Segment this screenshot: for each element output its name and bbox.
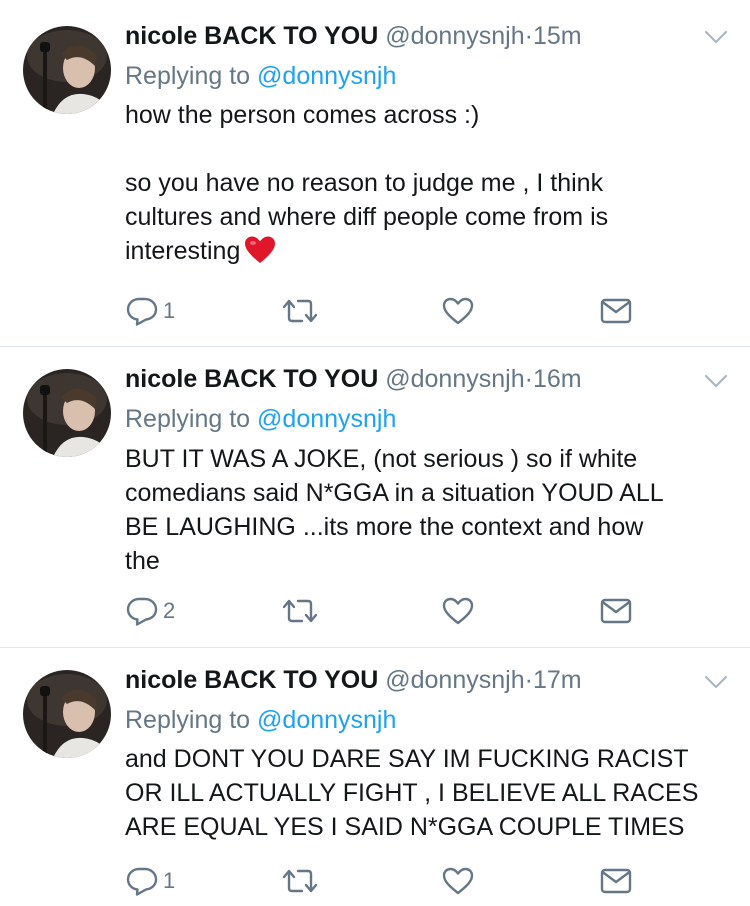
timeline: nicole BACK TO YOU @donnysnjh·15m Replyi…	[0, 0, 750, 906]
reply-count: 1	[163, 298, 176, 323]
tweet[interactable]: nicole BACK TO YOU @donnysnjh·15m Replyi…	[0, 0, 750, 347]
like-button[interactable]	[441, 596, 475, 626]
display-name[interactable]: nicole BACK TO YOU	[125, 22, 378, 50]
tweet-line: the	[125, 547, 160, 575]
tweet-actions: 2	[125, 596, 645, 630]
chevron-down-icon[interactable]	[704, 374, 728, 393]
tweet-text: and DONT YOU DARE SAY IM FUCKING RACIST …	[125, 742, 725, 844]
retweet-button[interactable]	[280, 596, 320, 626]
tweet-actions: 1	[125, 296, 645, 330]
reply-icon	[126, 867, 158, 896]
red-heart-emoji	[244, 235, 276, 274]
reply-count: 1	[163, 868, 176, 893]
tweet-line: how the person comes across :)	[125, 101, 480, 129]
tweet-line: OR ILL ACTUALLY FIGHT , I BELIEVE ALL RA…	[125, 779, 699, 807]
replying-to: Replying to @donnysnjh	[125, 704, 396, 736]
avatar[interactable]	[23, 670, 111, 758]
tweet[interactable]: nicole BACK TO YOU @donnysnjh·16m Replyi…	[0, 347, 750, 648]
direct-message-button[interactable]	[599, 296, 633, 326]
retweet-button[interactable]	[280, 296, 320, 326]
like-button[interactable]	[441, 296, 475, 326]
tweet-line: BUT IT WAS A JOKE, (not serious ) so if …	[125, 445, 638, 473]
chevron-down-icon[interactable]	[704, 30, 728, 49]
tweet-line: BE LAUGHING ...its more the context and …	[125, 513, 644, 541]
tweet-line: comedians said N*GGA in a situation YOUD…	[125, 479, 664, 507]
separator-dot: ·	[524, 666, 533, 694]
tweet-text: how the person comes across :) so you ha…	[125, 98, 725, 274]
retweet-icon	[282, 599, 318, 623]
tweet-line-text: interesting	[125, 237, 241, 265]
tweet-header: nicole BACK TO YOU @donnysnjh·15m	[125, 20, 582, 52]
direct-message-button[interactable]	[599, 596, 633, 626]
tweet-line: ARE EQUAL YES I SAID N*GGA COUPLE TIMES	[125, 813, 685, 841]
tweet-header: nicole BACK TO YOU @donnysnjh·16m	[125, 363, 582, 395]
tweet[interactable]: nicole BACK TO YOU @donnysnjh·17m Replyi…	[0, 648, 750, 906]
replying-label: Replying to	[125, 405, 251, 433]
reply-icon	[126, 597, 158, 626]
user-handle[interactable]: @donnysnjh	[385, 22, 524, 50]
retweet-button[interactable]	[280, 866, 320, 896]
replying-to-user[interactable]: @donnysnjh	[257, 62, 396, 90]
avatar[interactable]	[23, 369, 111, 457]
separator-dot: ·	[524, 22, 533, 50]
tweet-header: nicole BACK TO YOU @donnysnjh·17m	[125, 664, 582, 696]
tweet-text: BUT IT WAS A JOKE, (not serious ) so if …	[125, 442, 725, 578]
tweet-line: so you have no reason to judge me , I th…	[125, 169, 604, 197]
replying-to: Replying to @donnysnjh	[125, 60, 396, 92]
reply-button[interactable]: 1	[125, 296, 175, 326]
display-name[interactable]: nicole BACK TO YOU	[125, 365, 378, 393]
timestamp[interactable]: 15m	[533, 22, 582, 50]
line-break	[125, 132, 725, 166]
reply-button[interactable]: 1	[125, 866, 175, 896]
reply-icon	[126, 297, 158, 326]
timestamp[interactable]: 17m	[533, 666, 582, 694]
tweet-line: cultures and where diff people come from…	[125, 203, 609, 231]
retweet-icon	[282, 299, 318, 323]
avatar[interactable]	[23, 26, 111, 114]
replying-to-user[interactable]: @donnysnjh	[257, 706, 396, 734]
display-name[interactable]: nicole BACK TO YOU	[125, 666, 378, 694]
like-icon	[442, 297, 474, 325]
replying-label: Replying to	[125, 706, 251, 734]
user-handle[interactable]: @donnysnjh	[385, 666, 524, 694]
tweet-actions: 1	[125, 866, 645, 900]
timestamp[interactable]: 16m	[533, 365, 582, 393]
user-handle[interactable]: @donnysnjh	[385, 365, 524, 393]
like-button[interactable]	[441, 866, 475, 896]
reply-count: 2	[163, 598, 176, 623]
separator-dot: ·	[524, 365, 533, 393]
replying-to-user[interactable]: @donnysnjh	[257, 405, 396, 433]
replying-label: Replying to	[125, 62, 251, 90]
retweet-icon	[282, 869, 318, 893]
direct-message-icon	[600, 598, 632, 624]
replying-to: Replying to @donnysnjh	[125, 403, 396, 435]
like-icon	[442, 597, 474, 625]
reply-button[interactable]: 2	[125, 596, 175, 626]
tweet-line-last: interesting	[125, 234, 725, 274]
tweet-line: and DONT YOU DARE SAY IM FUCKING RACIST	[125, 745, 689, 773]
direct-message-icon	[600, 868, 632, 894]
like-icon	[442, 867, 474, 895]
direct-message-button[interactable]	[599, 866, 633, 896]
chevron-down-icon[interactable]	[704, 675, 728, 694]
direct-message-icon	[600, 298, 632, 324]
